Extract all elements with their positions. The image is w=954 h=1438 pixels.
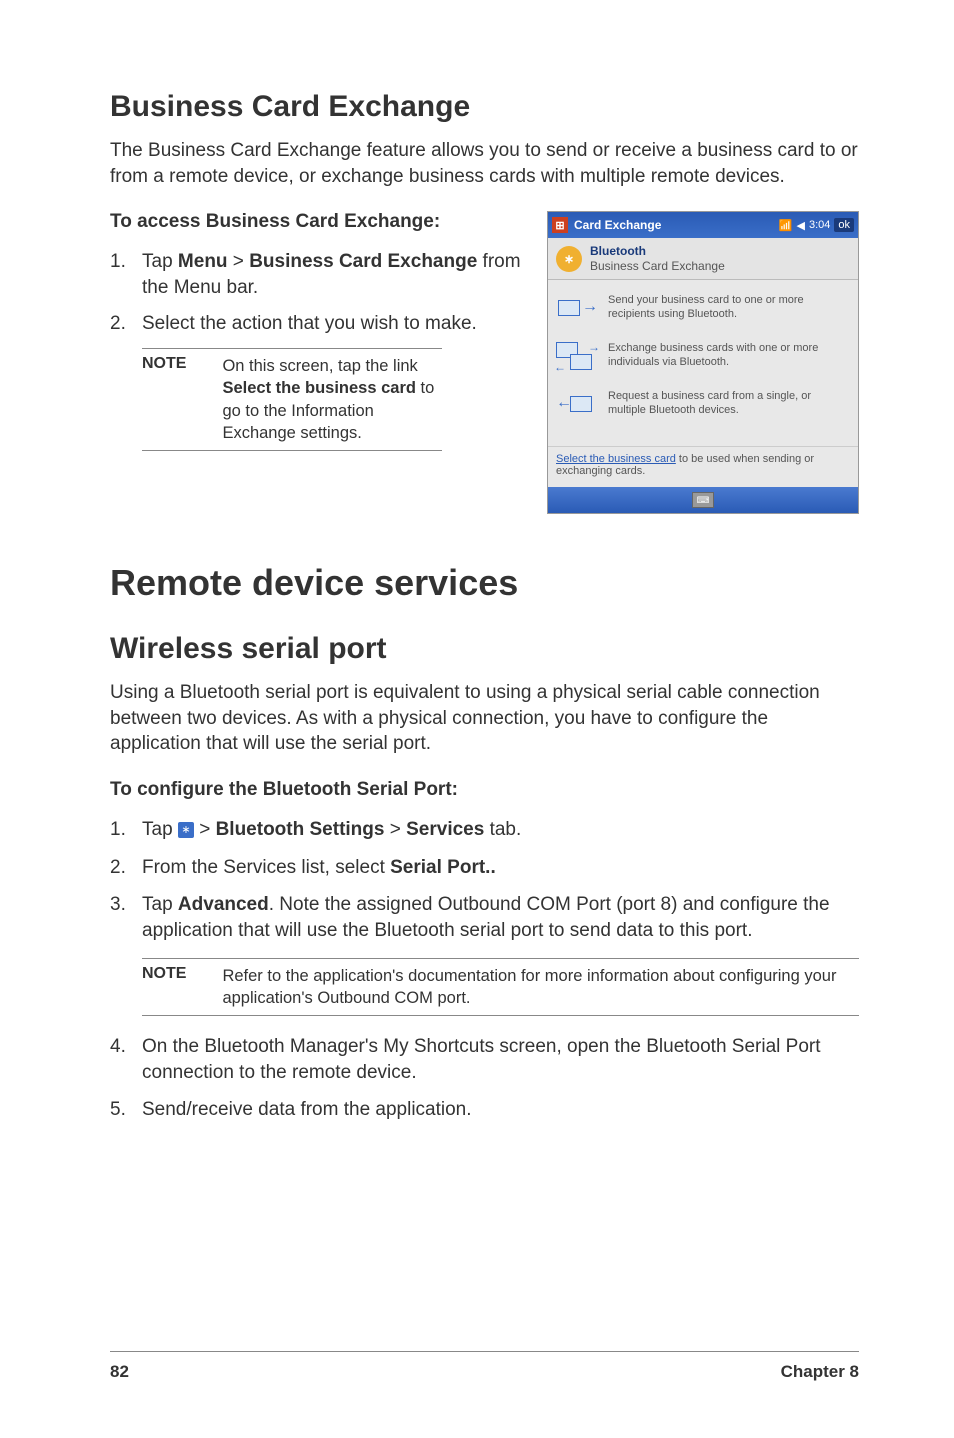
request-card-icon: ← [556, 390, 598, 420]
heading-wireless-serial-port: Wireless serial port [110, 632, 859, 666]
step-1: 1. Tap ∗ > Bluetooth Settings > Services… [110, 817, 859, 843]
step-bold: Bluetooth Settings [216, 819, 385, 840]
step-5: 5. Send/receive data from the applicatio… [110, 1097, 859, 1123]
keyboard-icon[interactable]: ⌨ [692, 492, 714, 508]
note-text: Refer to the application's documentation… [222, 965, 859, 1010]
step-2: 2. Select the action that you wish to ma… [110, 311, 523, 337]
option-text: Request a business card from a single, o… [608, 390, 850, 418]
step-bold: Menu [178, 251, 228, 272]
note-block-2: NOTE Refer to the application's document… [142, 958, 859, 1017]
select-business-card-link[interactable]: Select the business card [556, 453, 676, 465]
send-card-icon: → [556, 294, 598, 324]
option-text: Send your business card to one or more r… [608, 294, 850, 322]
step-3: 3. Tap Advanced. Note the assigned Outbo… [110, 892, 859, 943]
screenshot-titlebar: ⊞ Card Exchange 📶 ◀ 3:04 ok [548, 212, 858, 238]
step-text: tab. [484, 819, 521, 840]
step-number: 2. [110, 855, 126, 881]
step-text: Send/receive data from the application. [142, 1099, 472, 1120]
note-text: On this screen, tap the link Select the … [222, 355, 442, 444]
step-4: 4. On the Bluetooth Manager's My Shortcu… [110, 1034, 859, 1085]
note-text-part: On this screen, tap the link [222, 357, 417, 375]
step-text: Tap [142, 251, 178, 272]
page-number: 82 [110, 1362, 129, 1382]
step-number: 3. [110, 892, 126, 918]
step-text: Tap [142, 894, 178, 915]
signal-icon: 📶 [779, 219, 793, 232]
option-text: Exchange business cards with one or more… [608, 342, 850, 370]
intro-paragraph-1: The Business Card Exchange feature allow… [110, 138, 859, 189]
screenshot-bottombar: ⌨ [548, 487, 858, 513]
step-number: 1. [110, 249, 126, 275]
steps-list-2: 1. Tap ∗ > Bluetooth Settings > Services… [110, 817, 859, 944]
titlebar-status: 📶 ◀ 3:04 ok [779, 218, 854, 232]
step-number: 5. [110, 1097, 126, 1123]
step-bold: Services [406, 819, 484, 840]
note-label: NOTE [142, 355, 186, 444]
step-text: Tap [142, 819, 178, 840]
page-footer: 82 Chapter 8 [110, 1351, 859, 1382]
intro-paragraph-2: Using a Bluetooth serial port is equival… [110, 680, 859, 757]
subheading-access-bce: To access Business Card Exchange: [110, 211, 523, 233]
screenshot-body: → Send your business card to one or more… [548, 280, 858, 446]
chapter-label: Chapter 8 [781, 1362, 859, 1382]
note-label: NOTE [142, 965, 186, 1010]
subheading-configure-bsp: To configure the Bluetooth Serial Port: [110, 779, 859, 801]
step-1: 1. Tap Menu > Business Card Exchange fro… [110, 249, 523, 300]
screenshot-header: ∗ Bluetooth Business Card Exchange [548, 238, 858, 280]
step-text: From the Services list, select [142, 857, 390, 878]
step-text: On the Bluetooth Manager's My Shortcuts … [142, 1036, 821, 1083]
screenshot-header-title: Bluetooth [590, 244, 725, 258]
bluetooth-icon: ∗ [178, 822, 194, 838]
step-sep: > [384, 819, 406, 840]
ok-button[interactable]: ok [834, 218, 854, 232]
step-text: Select the action that you wish to make. [142, 313, 477, 334]
step-number: 2. [110, 311, 126, 337]
steps-list-2-cont: 4. On the Bluetooth Manager's My Shortcu… [110, 1034, 859, 1123]
steps-list-1: 1. Tap Menu > Business Card Exchange fro… [110, 249, 523, 336]
screenshot-header-sub: Business Card Exchange [590, 259, 725, 273]
heading-remote-device-services: Remote device services [110, 562, 859, 604]
screenshot-option-exchange[interactable]: → ← Exchange business cards with one or … [556, 342, 850, 372]
screenshot-title: Card Exchange [574, 218, 779, 232]
step-sep: > [228, 251, 250, 272]
step-number: 1. [110, 817, 126, 843]
step-number: 4. [110, 1034, 126, 1060]
step-2: 2. From the Services list, select Serial… [110, 855, 859, 881]
screenshot-card-exchange: ⊞ Card Exchange 📶 ◀ 3:04 ok ∗ Bluetooth … [547, 211, 859, 514]
start-icon: ⊞ [552, 217, 568, 233]
screenshot-option-request[interactable]: ← Request a business card from a single,… [556, 390, 850, 420]
step-bold: Business Card Exchange [249, 251, 477, 272]
note-text-bold: Select the business card [222, 379, 416, 397]
bluetooth-icon: ∗ [556, 246, 582, 272]
screenshot-option-send[interactable]: → Send your business card to one or more… [556, 294, 850, 324]
step-bold: Serial Port.. [390, 857, 496, 878]
heading-business-card-exchange: Business Card Exchange [110, 90, 859, 124]
step-sep: > [194, 819, 216, 840]
clock-text: 3:04 [809, 219, 830, 231]
exchange-card-icon: → ← [556, 342, 598, 372]
speaker-icon: ◀ [796, 219, 804, 232]
note-block-1: NOTE On this screen, tap the link Select… [142, 348, 442, 451]
step-bold: Advanced [178, 894, 269, 915]
screenshot-footer: Select the business card to be used when… [548, 446, 858, 487]
